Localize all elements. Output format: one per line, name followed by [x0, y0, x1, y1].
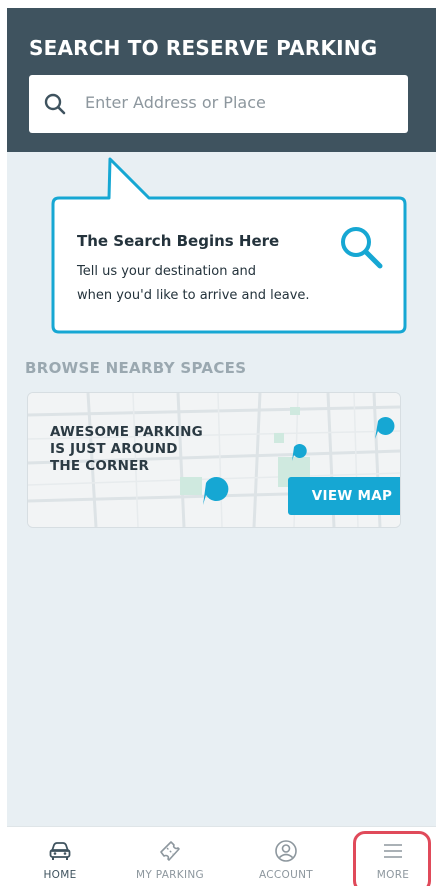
- section-title: BROWSE NEARBY SPACES: [25, 359, 247, 377]
- tab-account[interactable]: ACCOUNT: [236, 827, 336, 886]
- app-screen: SEARCH TO RESERVE PARKING Enter Address …: [7, 8, 436, 886]
- map-headline-line3: THE CORNER: [50, 458, 150, 474]
- nearby-map-card[interactable]: AWESOME PARKING IS JUST AROUND THE CORNE…: [27, 392, 401, 528]
- callout-text-line1: Tell us your destination and: [77, 264, 257, 279]
- map-headline-line2: IS JUST AROUND: [50, 441, 178, 457]
- ticket-icon: [160, 841, 180, 861]
- bottom-tab-bar: HOME MY PARKING ACCOUNT MORE: [7, 826, 436, 886]
- map-headline-line1: AWESOME PARKING: [50, 424, 203, 440]
- tab-home[interactable]: HOME: [10, 827, 110, 886]
- callout-text-line2: when you'd like to arrive and leave.: [77, 288, 310, 303]
- search-icon: [341, 227, 383, 269]
- car-icon: [49, 842, 71, 860]
- tab-label-my-parking: MY PARKING: [136, 869, 204, 881]
- user-circle-icon: [275, 840, 297, 862]
- tab-label-account: ACCOUNT: [259, 869, 313, 881]
- tab-label-home: HOME: [43, 869, 77, 881]
- view-map-button[interactable]: VIEW MAP: [288, 477, 400, 515]
- callout-title: The Search Begins Here: [77, 232, 280, 250]
- tab-my-parking[interactable]: MY PARKING: [120, 827, 220, 886]
- more-highlight-ring: [353, 831, 431, 886]
